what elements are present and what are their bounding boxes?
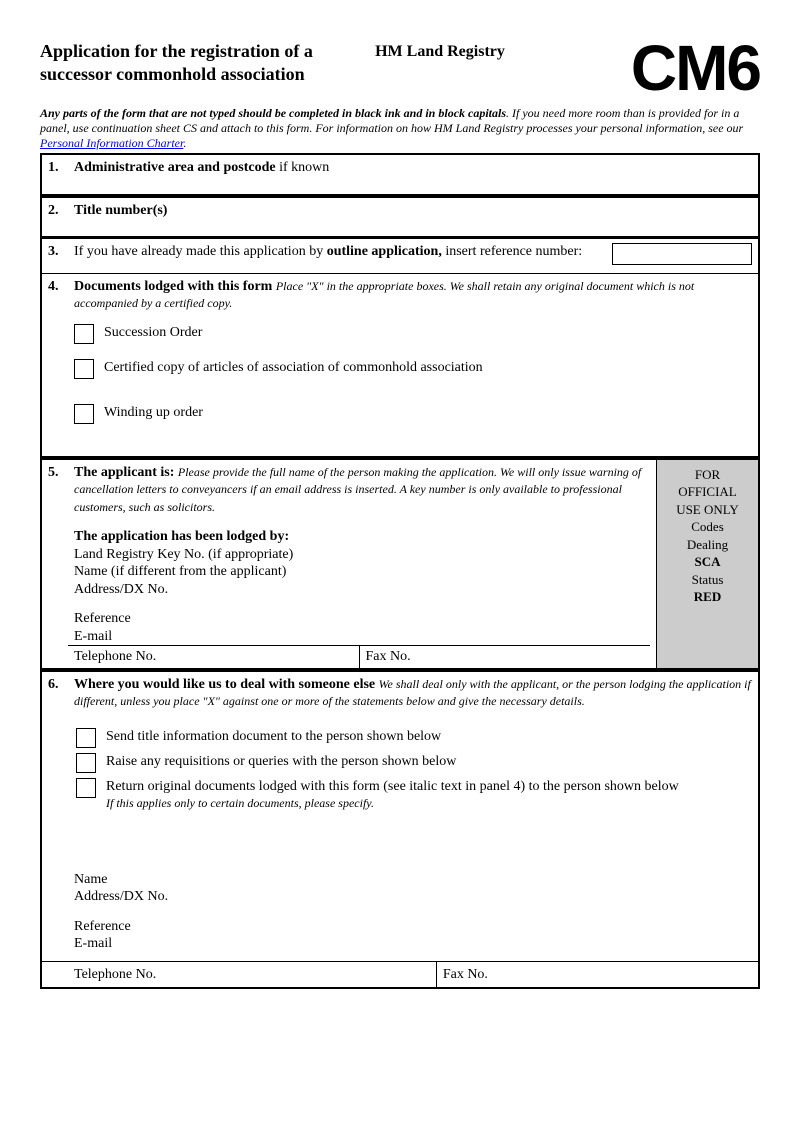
checkbox-row-send-title: Send title information document to the p… xyxy=(76,727,752,748)
panel-5-contact-row: Telephone No. Fax No. xyxy=(68,645,650,668)
panel-3-outline: outline application, xyxy=(327,244,442,259)
panel-6: 6. Where you would like us to deal with … xyxy=(42,669,758,988)
checkbox-row-certified-copy: Certified copy of articles of associatio… xyxy=(74,358,752,379)
checkbox-row-requisitions: Raise any requisitions or queries with t… xyxy=(76,752,752,773)
panel-1-body: Administrative area and postcode if know… xyxy=(74,159,752,177)
panel-5: 5. The applicant is: Please provide the … xyxy=(42,457,758,669)
checkbox-row-return-originals: Return original documents lodged with th… xyxy=(76,777,752,813)
panel-2-num: 2. xyxy=(48,202,74,220)
panel-6-item3-note: If this applies only to certain document… xyxy=(106,796,374,810)
field-label-telephone: Telephone No. xyxy=(68,646,359,668)
panel-3-num: 3. xyxy=(48,243,74,265)
field-label-p6-address: Address/DX No. xyxy=(74,888,752,906)
personal-info-charter-link[interactable]: Personal Information Charter xyxy=(40,136,183,150)
checkbox-send-title[interactable] xyxy=(76,728,96,748)
panel-3-body: If you have already made this applicatio… xyxy=(74,243,752,265)
checkbox-label: Raise any requisitions or queries with t… xyxy=(106,752,752,771)
panel-6-num: 6. xyxy=(48,676,74,980)
panel-6-head: Where you would like us to deal with som… xyxy=(74,677,375,692)
lodged-by-head: The application has been lodged by: xyxy=(74,528,650,546)
panel-1: 1. Administrative area and postcode if k… xyxy=(42,155,758,196)
field-label-p6-name: Name xyxy=(74,871,752,889)
form-title: Application for the registration of a su… xyxy=(40,40,340,85)
field-label-p6-reference: Reference xyxy=(74,918,752,936)
field-label-p6-telephone: Telephone No. xyxy=(42,962,436,988)
form-container: 1. Administrative area and postcode if k… xyxy=(40,153,760,990)
field-label-keyno: Land Registry Key No. (if appropriate) xyxy=(74,546,650,564)
field-label-p6-email: E-mail xyxy=(74,935,752,953)
reference-number-input[interactable] xyxy=(612,243,752,265)
panel-2-label: Title number(s) xyxy=(74,202,752,220)
field-label-fax: Fax No. xyxy=(359,646,651,668)
field-label-email: E-mail xyxy=(74,628,650,646)
panel-4-head: Documents lodged with this form xyxy=(74,279,272,294)
panel-6-contact-row: Telephone No. Fax No. xyxy=(42,961,758,988)
instructions-bold: Any parts of the form that are not typed… xyxy=(40,106,506,120)
checkbox-row-winding-up: Winding up order xyxy=(74,403,752,424)
panel-2: 2. Title number(s) xyxy=(42,195,758,239)
registry-name: HM Land Registry xyxy=(340,40,540,62)
checkbox-winding-up[interactable] xyxy=(74,404,94,424)
checkbox-return-originals[interactable] xyxy=(76,778,96,798)
panel-1-num: 1. xyxy=(48,159,74,177)
form-code: CM6 xyxy=(540,40,760,98)
checkbox-label: Return original documents lodged with th… xyxy=(106,777,752,813)
field-label-address: Address/DX No. xyxy=(74,581,650,599)
checkbox-requisitions[interactable] xyxy=(76,753,96,773)
panel-6-body: Where you would like us to deal with som… xyxy=(74,676,752,980)
checkbox-label: Succession Order xyxy=(104,323,752,342)
field-label-p6-fax: Fax No. xyxy=(436,962,758,988)
panel-4: 4. Documents lodged with this form Place… xyxy=(42,274,758,457)
page-header: Application for the registration of a su… xyxy=(40,40,760,98)
panel-3: 3. If you have already made this applica… xyxy=(42,239,758,274)
checkbox-label: Winding up order xyxy=(104,403,752,422)
panel-4-num: 4. xyxy=(48,278,74,432)
instructions-text: Any parts of the form that are not typed… xyxy=(40,106,760,151)
panel-4-body: Documents lodged with this form Place "X… xyxy=(74,278,752,432)
field-label-name: Name (if different from the applicant) xyxy=(74,563,650,581)
checkbox-certified-copy[interactable] xyxy=(74,359,94,379)
official-use-box: FOR OFFICIAL USE ONLY Codes Dealing SCA … xyxy=(656,460,758,668)
panel-5-head: The applicant is: xyxy=(74,465,174,480)
panel-5-num: 5. xyxy=(48,464,74,668)
checkbox-row-succession: Succession Order xyxy=(74,323,752,344)
panel-1-label: Administrative area and postcode xyxy=(74,160,276,175)
checkbox-label: Send title information document to the p… xyxy=(106,727,752,746)
field-label-reference: Reference xyxy=(74,610,650,628)
checkbox-succession-order[interactable] xyxy=(74,324,94,344)
checkbox-label: Certified copy of articles of associatio… xyxy=(104,358,752,377)
